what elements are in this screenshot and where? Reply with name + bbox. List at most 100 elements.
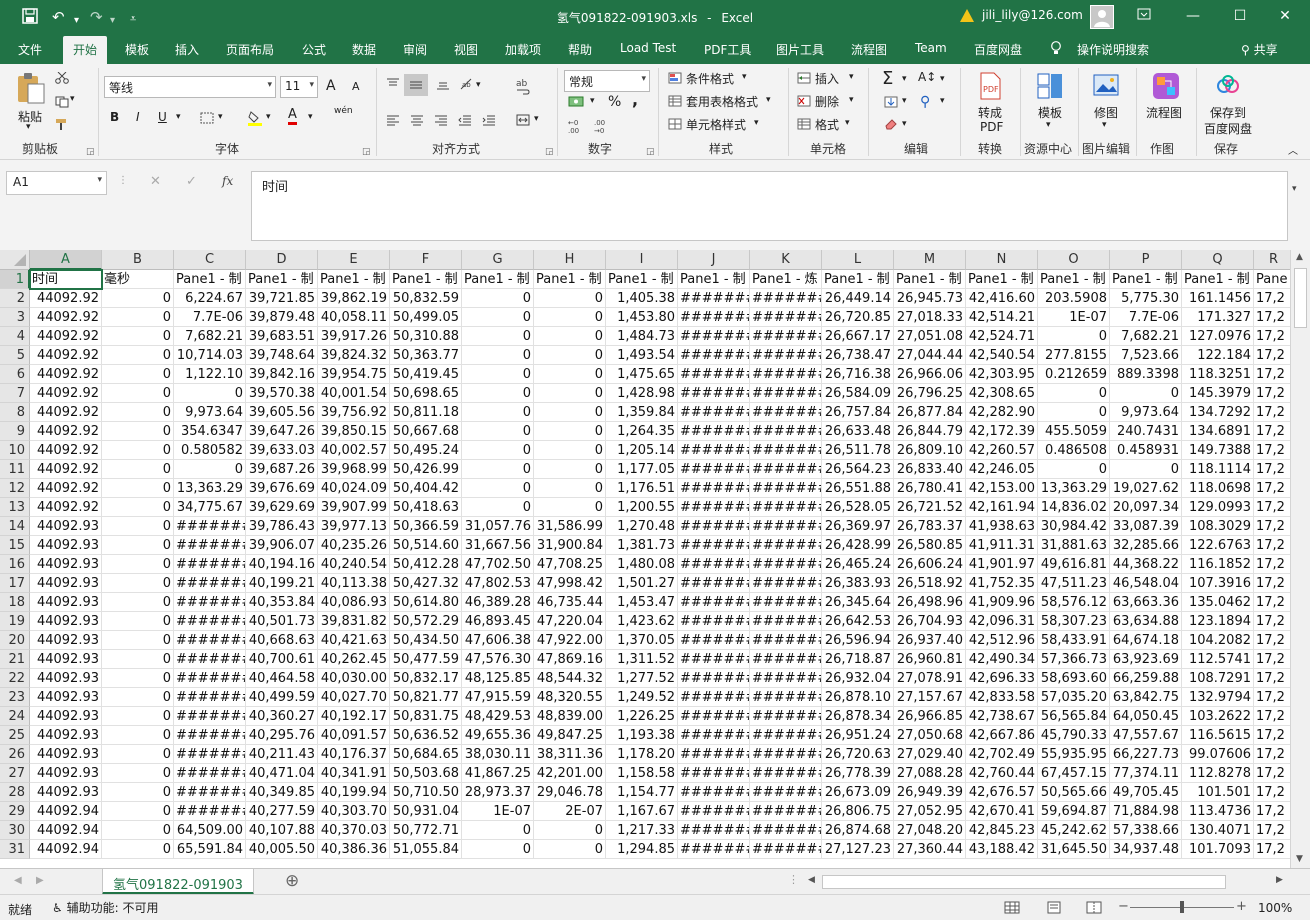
next-sheet-icon[interactable]: ▶ (36, 875, 44, 886)
table-cell[interactable]: 7.7E-06 (174, 308, 246, 327)
tab-load-test[interactable]: Load Test (620, 41, 676, 55)
table-cell[interactable]: ####### (750, 422, 822, 441)
table-cell[interactable]: 113.4736 (1182, 802, 1254, 821)
table-cell[interactable]: 67,457.15 (1038, 764, 1110, 783)
table-cell[interactable]: ####### (750, 327, 822, 346)
table-cell[interactable]: 63,842.75 (1110, 688, 1182, 707)
table-cell[interactable]: 44092.92 (30, 308, 102, 327)
tab-data[interactable]: 数据 (352, 41, 376, 58)
minimize-icon[interactable]: — (1176, 4, 1210, 28)
table-cell[interactable]: 1,428.98 (606, 384, 678, 403)
table-cell[interactable]: 44092.92 (30, 327, 102, 346)
table-cell[interactable]: 118.1114 (1182, 460, 1254, 479)
font-color-icon[interactable]: A (288, 108, 297, 125)
table-cell[interactable]: 59,694.87 (1038, 802, 1110, 821)
table-cell[interactable]: 40,386.36 (318, 840, 390, 859)
table-cell[interactable]: 1,359.84 (606, 403, 678, 422)
table-cell[interactable]: 26,945.73 (894, 289, 966, 308)
table-cell[interactable]: 1,193.38 (606, 726, 678, 745)
table-cell[interactable]: 39,633.03 (246, 441, 318, 460)
column-header[interactable]: C (174, 250, 246, 270)
column-header[interactable]: G (462, 250, 534, 270)
table-cell[interactable]: 277.8155 (1038, 346, 1110, 365)
table-cell[interactable]: ####### (678, 441, 750, 460)
table-cell[interactable]: 42,676.57 (966, 783, 1038, 802)
user-account[interactable]: jili_lily@126.com (960, 8, 1083, 22)
table-cell[interactable]: 0 (462, 403, 534, 422)
table-cell[interactable]: 0 (534, 441, 606, 460)
row-header[interactable]: 21 (0, 650, 30, 669)
table-cell[interactable]: 889.3398 (1110, 365, 1182, 384)
table-cell[interactable]: 27,029.40 (894, 745, 966, 764)
header-cell[interactable]: Pane1 - 制 (174, 270, 246, 289)
table-cell[interactable]: ####### (750, 346, 822, 365)
tab-pdf-tools[interactable]: PDF工具 (704, 41, 751, 58)
table-cell[interactable]: 0 (1038, 460, 1110, 479)
row-header[interactable]: 25 (0, 726, 30, 745)
table-cell[interactable]: ####### (678, 574, 750, 593)
table-cell[interactable]: 0 (102, 745, 174, 764)
table-cell[interactable]: 108.7291 (1182, 669, 1254, 688)
underline-dropdown-icon[interactable]: ▾ (176, 112, 181, 122)
row-header[interactable]: 17 (0, 574, 30, 593)
table-cell[interactable]: 40,199.94 (318, 783, 390, 802)
table-cell[interactable]: 26,667.17 (822, 327, 894, 346)
table-cell[interactable]: 26,796.25 (894, 384, 966, 403)
table-cell[interactable]: 6,224.67 (174, 289, 246, 308)
table-cell[interactable]: 44092.93 (30, 783, 102, 802)
table-cell[interactable]: ####### (750, 840, 822, 859)
scroll-up-icon[interactable]: ▲ (1296, 252, 1303, 262)
table-cell[interactable]: 26,383.93 (822, 574, 894, 593)
table-cell[interactable]: 50,821.77 (390, 688, 462, 707)
table-cell[interactable]: 40,113.38 (318, 574, 390, 593)
table-cell[interactable]: 1,405.38 (606, 289, 678, 308)
table-cell[interactable]: 44092.93 (30, 745, 102, 764)
table-cell[interactable]: 0 (102, 422, 174, 441)
table-cell[interactable]: ####### (174, 574, 246, 593)
table-cell[interactable]: 0 (534, 346, 606, 365)
table-cell[interactable]: 39,721.85 (246, 289, 318, 308)
table-cell[interactable]: 0 (174, 384, 246, 403)
table-cell[interactable]: 58,433.91 (1038, 631, 1110, 650)
insert-function-icon[interactable]: fx (222, 174, 233, 188)
table-cell[interactable]: 17,2 (1254, 707, 1290, 726)
table-cell[interactable]: 17,2 (1254, 498, 1290, 517)
table-cell[interactable]: 42,845.23 (966, 821, 1038, 840)
table-cell[interactable]: 44092.93 (30, 669, 102, 688)
table-cell[interactable]: 1,423.62 (606, 612, 678, 631)
tell-me-search[interactable]: 操作说明搜索 (1077, 41, 1149, 58)
table-cell[interactable]: 1,270.48 (606, 517, 678, 536)
table-cell[interactable]: 40,030.00 (318, 669, 390, 688)
column-header[interactable]: P (1110, 250, 1182, 270)
table-cell[interactable]: 0 (534, 308, 606, 327)
table-cell[interactable]: 49,847.25 (534, 726, 606, 745)
table-cell[interactable]: 45,242.62 (1038, 821, 1110, 840)
table-cell[interactable]: 107.3916 (1182, 574, 1254, 593)
table-cell[interactable]: 0 (534, 460, 606, 479)
table-cell[interactable]: 50,831.75 (390, 707, 462, 726)
table-cell[interactable]: 44092.92 (30, 441, 102, 460)
wrap-text-icon[interactable]: ab (516, 78, 530, 96)
tab-page-layout[interactable]: 页面布局 (226, 41, 274, 58)
table-cell[interactable]: 17,2 (1254, 555, 1290, 574)
row-header[interactable]: 9 (0, 422, 30, 441)
table-cell[interactable]: ####### (174, 707, 246, 726)
table-cell[interactable]: 44092.93 (30, 650, 102, 669)
table-cell[interactable]: ####### (678, 802, 750, 821)
table-cell[interactable]: ####### (678, 308, 750, 327)
table-cell[interactable]: 0 (462, 289, 534, 308)
tab-view[interactable]: 视图 (454, 41, 478, 58)
table-cell[interactable]: 1,294.85 (606, 840, 678, 859)
table-cell[interactable]: 103.2622 (1182, 707, 1254, 726)
tab-formulas[interactable]: 公式 (302, 41, 326, 58)
table-cell[interactable]: 42,260.57 (966, 441, 1038, 460)
table-cell[interactable]: 64,509.00 (174, 821, 246, 840)
table-cell[interactable]: 45,790.33 (1038, 726, 1110, 745)
row-header[interactable]: 10 (0, 441, 30, 460)
table-cell[interactable]: 44092.92 (30, 289, 102, 308)
table-cell[interactable]: 42,760.44 (966, 764, 1038, 783)
table-cell[interactable]: ####### (678, 536, 750, 555)
table-cell[interactable]: 39,879.48 (246, 308, 318, 327)
table-cell[interactable]: 27,051.08 (894, 327, 966, 346)
clear-dropdown-icon[interactable]: ▾ (902, 119, 907, 129)
